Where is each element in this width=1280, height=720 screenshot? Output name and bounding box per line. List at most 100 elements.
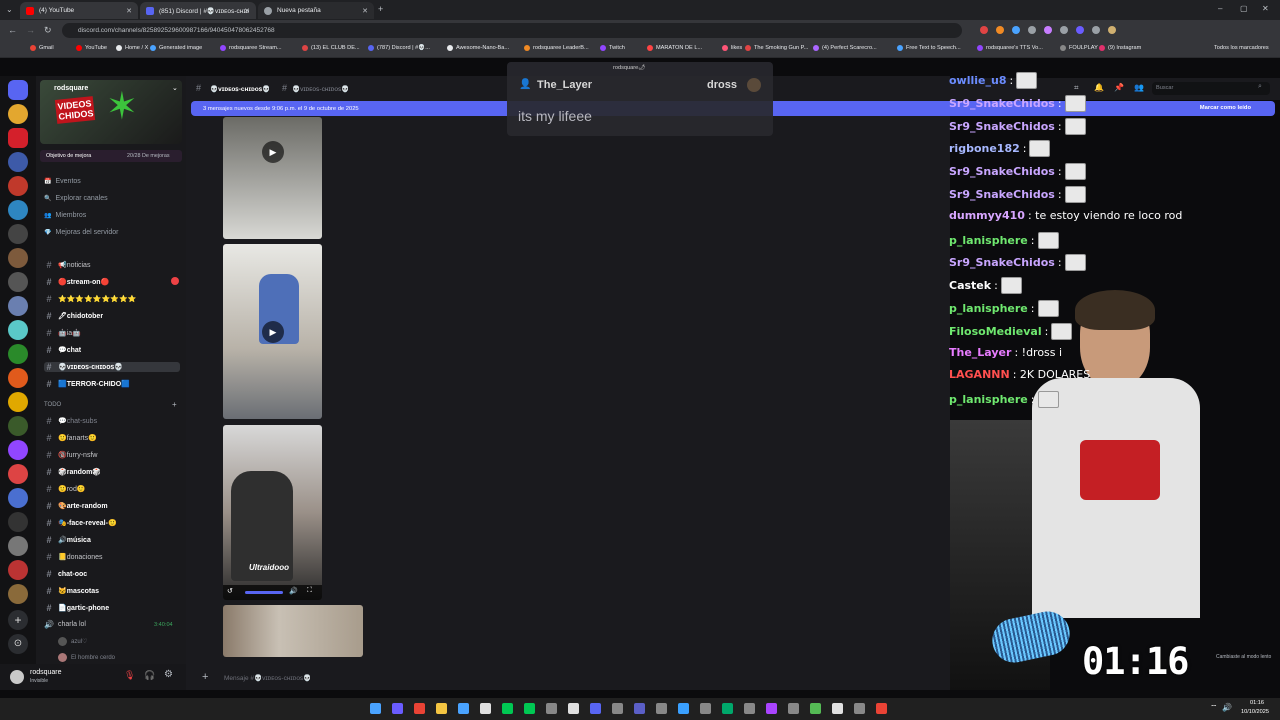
- taskbar-app-icon[interactable]: [678, 703, 689, 714]
- bookmark-item[interactable]: (4) Perfect Scarecro...: [813, 45, 877, 51]
- taskbar-app-icon[interactable]: [480, 703, 491, 714]
- wifi-icon[interactable]: ⌔: [1210, 703, 1218, 713]
- bookmark-item[interactable]: (9) Instagram: [1099, 45, 1141, 51]
- taskbar-app-icon[interactable]: [436, 703, 447, 714]
- tab-search-icon[interactable]: ⌄: [6, 5, 13, 14]
- maximize-button[interactable]: ▢: [1240, 4, 1248, 13]
- headphones-icon[interactable]: 🎧: [144, 670, 155, 681]
- taskbar-app-icon[interactable]: [524, 703, 535, 714]
- video-attachment[interactable]: ▶: [223, 117, 322, 239]
- bookmark-item[interactable]: Home / X: [116, 45, 148, 51]
- mute-mic-icon[interactable]: 🎙: [124, 670, 135, 681]
- url-input[interactable]: discord.com/channels/825892529600987166/…: [62, 23, 962, 38]
- channel-item[interactable]: # 📒donaciones: [44, 552, 102, 562]
- server-icon[interactable]: [8, 176, 28, 196]
- server-icon[interactable]: [8, 464, 28, 484]
- taskbar-app-icon[interactable]: [744, 703, 755, 714]
- fullscreen-icon[interactable]: ⛶: [307, 587, 312, 595]
- bookmark-item[interactable]: The Smoking Gun P...: [745, 45, 808, 51]
- voice-channel[interactable]: 🔊 charla lol 3:40:04: [44, 620, 173, 629]
- forward-icon[interactable]: →: [26, 25, 35, 35]
- play-icon[interactable]: ▶: [262, 141, 284, 163]
- server-icon[interactable]: [8, 440, 28, 460]
- progress-bar[interactable]: [245, 591, 283, 594]
- extension-icon[interactable]: [1060, 26, 1068, 34]
- channel-item[interactable]: # 📢noticias: [44, 260, 90, 270]
- taskbar-app-icon[interactable]: [502, 703, 513, 714]
- new-tab-button[interactable]: +: [378, 4, 383, 14]
- server-menu-item[interactable]: 👥 Miembros: [44, 212, 86, 219]
- channel-item[interactable]: # chat-ᴏᴏᴄ: [44, 569, 87, 579]
- discover-icon[interactable]: ⊙: [8, 634, 28, 654]
- server-header[interactable]: rodsquare ⌄ VIDEOS CHIDOS ✶: [40, 80, 182, 144]
- add-channel-icon[interactable]: +: [172, 400, 177, 409]
- bookmark-item[interactable]: FOULPLAY: [1060, 45, 1098, 51]
- server-icon[interactable]: [8, 296, 28, 316]
- bookmark-item[interactable]: rodsquaree LeaderB...: [524, 45, 589, 51]
- replay-icon[interactable]: ↺: [227, 587, 233, 595]
- channel-item[interactable]: # 🔞furry-nsfw: [44, 450, 97, 460]
- all-bookmarks[interactable]: Todos los marcadores: [1214, 45, 1269, 51]
- extension-icon[interactable]: [1092, 26, 1100, 34]
- taskbar-app-icon[interactable]: [854, 703, 865, 714]
- bookmark-item[interactable]: Twitch: [600, 45, 625, 51]
- server-icon[interactable]: [8, 560, 28, 580]
- bookmark-item[interactable]: YouTube: [76, 45, 107, 51]
- add-attachment-icon[interactable]: +: [202, 671, 208, 683]
- bookmark-item[interactable]: Generated image: [150, 45, 202, 51]
- server-menu-item[interactable]: 🔍 Explorar canales: [44, 195, 108, 202]
- reload-icon[interactable]: ↻: [44, 25, 52, 36]
- tab-youtube[interactable]: (4) YouTube ✕: [20, 2, 138, 19]
- extension-icon[interactable]: [996, 26, 1004, 34]
- gear-icon[interactable]: ⚙: [164, 669, 173, 680]
- taskbar-app-icon[interactable]: [810, 703, 821, 714]
- bookmark-item[interactable]: rodsquaree's TTS Vo...: [977, 45, 1043, 51]
- boost-goal[interactable]: Objetivo de mejora 20/28 De mejoras: [40, 150, 182, 162]
- taskbar-app-icon[interactable]: [876, 703, 887, 714]
- tab-discord[interactable]: (851) Discord | #💀ᴠɪᴅᴇᴏꜱ-ᴄʜɪᴅ ✕: [140, 2, 256, 19]
- bookmark-item[interactable]: rodsquaree Stream...: [220, 45, 282, 51]
- bookmark-item[interactable]: Awesome-Nano-Ba...: [447, 45, 509, 51]
- taskbar-app-icon[interactable]: [634, 703, 645, 714]
- taskbar-app-icon[interactable]: [788, 703, 799, 714]
- taskbar-app-icon[interactable]: [722, 703, 733, 714]
- taskbar-app-icon[interactable]: [656, 703, 667, 714]
- profile-avatar[interactable]: [1108, 26, 1116, 34]
- server-menu-item[interactable]: 💎 Mejoras del servidor: [44, 229, 119, 236]
- channel-item[interactable]: # 🖊chidotober: [44, 311, 103, 321]
- bookmark-item[interactable]: (13) EL CLUB DE...: [302, 45, 360, 51]
- extension-icon[interactable]: [1012, 26, 1020, 34]
- bookmark-item[interactable]: MARATON DE L...: [647, 45, 702, 51]
- server-icon[interactable]: [8, 416, 28, 436]
- channel-item[interactable]: # ⭐⭐⭐⭐⭐⭐⭐⭐⭐: [44, 294, 136, 304]
- channel-item[interactable]: # 🔴stream-on🔴: [44, 277, 109, 287]
- category-todo[interactable]: TODO: [44, 402, 61, 408]
- channel-item[interactable]: # 🐱mascotas: [44, 586, 99, 596]
- taskbar-app-icon[interactable]: [458, 703, 469, 714]
- server-icon[interactable]: [8, 272, 28, 292]
- server-icon[interactable]: [8, 224, 28, 244]
- taskbar-app-icon[interactable]: [612, 703, 623, 714]
- channel-item[interactable]: # 🟦TERROR-CHIDO🟦: [44, 379, 129, 389]
- message-input[interactable]: + Mensaje #💀ᴠɪᴅᴇᴏꜱ-ᴄʜɪᴅᴏꜱ💀: [194, 668, 944, 688]
- server-icon[interactable]: [8, 248, 28, 268]
- taskbar-app-icon[interactable]: [700, 703, 711, 714]
- chevron-down-icon[interactable]: ⌄: [172, 84, 178, 92]
- extension-icon[interactable]: [1028, 26, 1036, 34]
- server-icon[interactable]: [8, 200, 28, 220]
- volume-icon[interactable]: 🔊: [1222, 703, 1232, 712]
- channel-item[interactable]: # 🎭-face-reveal-🙂: [44, 518, 116, 528]
- clock-time[interactable]: 01:16: [1250, 700, 1264, 706]
- taskbar-app-icon[interactable]: [568, 703, 579, 714]
- channel-item[interactable]: # 🎲random🎲: [44, 467, 101, 477]
- clock-date[interactable]: 10/10/2025: [1241, 709, 1269, 715]
- server-icon[interactable]: [8, 344, 28, 364]
- play-icon[interactable]: ▶: [262, 321, 284, 343]
- close-icon[interactable]: ✕: [244, 7, 250, 15]
- add-server-icon[interactable]: +: [8, 610, 28, 630]
- video-attachment[interactable]: ▶: [223, 244, 322, 419]
- channel-item[interactable]: # 💀ᴠɪᴅᴇᴏꜱ-ᴄʜɪᴅᴏꜱ💀: [44, 362, 180, 372]
- taskbar-app-icon[interactable]: [414, 703, 425, 714]
- taskbar-app-icon[interactable]: [766, 703, 777, 714]
- channel-item[interactable]: # 📄gartic-phone: [44, 603, 109, 613]
